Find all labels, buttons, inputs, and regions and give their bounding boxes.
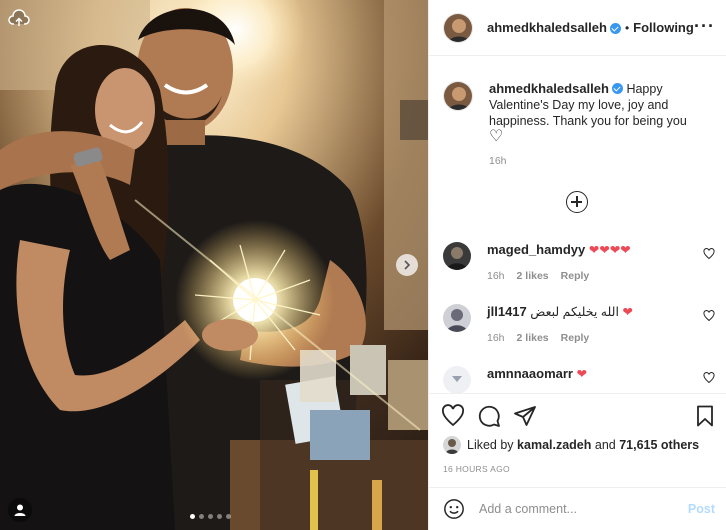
comment-likes[interactable]: 2 likes (517, 332, 549, 344)
white-heart-emoji: ♡ (489, 128, 504, 145)
heart-icon[interactable] (703, 248, 715, 260)
liked-by-user[interactable]: kamal.zadeh (517, 438, 591, 452)
reply-button[interactable]: Reply (561, 270, 590, 282)
liked-by-others[interactable]: 71,615 others (619, 438, 699, 452)
comment-emoji: ❤❤❤❤ (588, 243, 631, 257)
cloud-upload-icon (8, 9, 30, 26)
carousel-dot (226, 514, 231, 519)
caption-avatar[interactable] (443, 81, 473, 111)
comment-emoji: ❤ (576, 367, 587, 381)
caption: ahmedkhaledsalleh Happy Valentine's Day … (443, 81, 699, 169)
comment-input[interactable] (479, 502, 679, 516)
plus-circle-icon[interactable] (566, 191, 588, 213)
heart-icon[interactable] (703, 372, 715, 384)
author-avatar[interactable] (443, 12, 473, 43)
paper-plane-icon[interactable] (513, 404, 537, 428)
post-timestamp[interactable]: 16 HOURS AGO (443, 464, 510, 474)
separator-dot: • (624, 20, 630, 35)
carousel-dot (199, 514, 204, 519)
post-modal: ahmedkhaledsalleh • Following ··· ahmedk… (0, 0, 726, 530)
post-actions: Liked by kamal.zadeh and 71,615 others 1… (429, 393, 726, 485)
liked-by-and: and (594, 438, 616, 452)
post-header: ahmedkhaledsalleh • Following ··· (429, 0, 726, 56)
comment-username[interactable]: jll1417 (487, 304, 527, 319)
comment-text: الله يخليكم لبعض (530, 305, 619, 319)
commenter-avatar[interactable] (443, 242, 471, 270)
heart-icon[interactable] (703, 310, 715, 322)
comment-item: maged_hamdyy ❤❤❤❤ 16h 2 likes Reply (443, 242, 715, 282)
carousel-dot (190, 514, 195, 519)
comment-icon[interactable] (477, 404, 501, 428)
smiley-icon[interactable] (443, 498, 465, 520)
comment-time[interactable]: 16h (487, 332, 505, 344)
carousel-next-button[interactable] (396, 254, 418, 276)
carousel-dot (217, 514, 222, 519)
liker-avatar[interactable] (443, 436, 461, 454)
comments-list: ahmedkhaledsalleh Happy Valentine's Day … (429, 57, 726, 393)
tagged-users-button[interactable] (8, 498, 32, 522)
photo-scene (0, 0, 428, 530)
heart-icon[interactable] (441, 404, 465, 428)
carousel-indicator (190, 514, 231, 519)
author-username[interactable]: ahmedkhaledsalleh (487, 20, 607, 35)
reply-button[interactable]: Reply (561, 332, 590, 344)
post-details: ahmedkhaledsalleh • Following ··· ahmedk… (428, 0, 726, 530)
post-photo[interactable] (0, 0, 428, 530)
comment-likes[interactable]: 2 likes (517, 270, 549, 282)
upload-button[interactable] (8, 8, 30, 30)
commenter-avatar[interactable] (443, 304, 471, 332)
comment-composer: Post (429, 487, 726, 530)
commenter-avatar[interactable] (443, 366, 471, 393)
comment-emoji: ❤ (622, 305, 633, 319)
comment-item: amnnaaomarr ❤ (443, 366, 715, 393)
post-button[interactable]: Post (688, 502, 715, 516)
caption-username[interactable]: ahmedkhaledsalleh (489, 81, 609, 96)
carousel-dot (208, 514, 213, 519)
chevron-right-icon (404, 260, 411, 270)
verified-badge-icon (611, 83, 623, 94)
comment-item: jll1417 الله يخليكم لبعض ❤ 16h 2 likes R… (443, 304, 715, 344)
bookmark-icon[interactable] (693, 404, 717, 428)
more-horizontal-icon[interactable]: ··· (694, 16, 715, 37)
following-button[interactable]: Following (633, 20, 694, 35)
comment-username[interactable]: maged_hamdyy (487, 242, 585, 257)
comment-username[interactable]: amnnaaomarr (487, 366, 573, 381)
verified-badge-icon (609, 23, 621, 34)
comment-time[interactable]: 16h (487, 270, 505, 282)
likes-summary: Liked by kamal.zadeh and 71,615 others (443, 436, 699, 454)
liked-by-label: Liked by (467, 438, 514, 452)
caption-time[interactable]: 16h (489, 153, 699, 169)
user-tag-icon (14, 504, 26, 516)
